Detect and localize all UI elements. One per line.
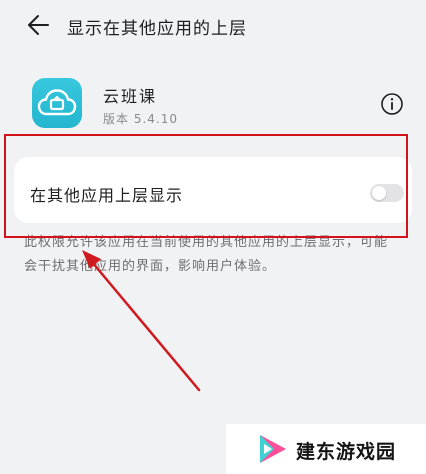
app-name: 云班课 <box>103 87 158 106</box>
overlay-permission-toggle[interactable] <box>370 184 404 202</box>
overlay-permission-row[interactable]: 在其他应用上层显示 <box>14 157 412 223</box>
watermark-text: 建东游戏园 <box>296 441 397 463</box>
permission-description: 此权限允许该应用在当前使用的其他应用的上层显示，可能会干扰其他应用的界面，影响用… <box>24 235 389 274</box>
top-bar: 显示在其他应用的上层 <box>0 0 426 52</box>
app-version: 版本 5.4.10 <box>103 112 178 126</box>
toggle-knob <box>372 186 386 200</box>
arrow-left-icon <box>28 15 49 35</box>
info-circle-icon <box>381 93 403 115</box>
overlay-permission-label: 在其他应用上层显示 <box>30 186 184 205</box>
app-icon <box>32 78 82 128</box>
app-info-button[interactable] <box>380 92 404 116</box>
back-button[interactable] <box>26 12 52 38</box>
app-info: 云班课 版本 5.4.10 <box>0 70 426 140</box>
page-title: 显示在其他应用的上层 <box>67 19 247 39</box>
play-logo-icon <box>260 435 286 463</box>
site-watermark: 建东游戏园 <box>226 424 426 474</box>
